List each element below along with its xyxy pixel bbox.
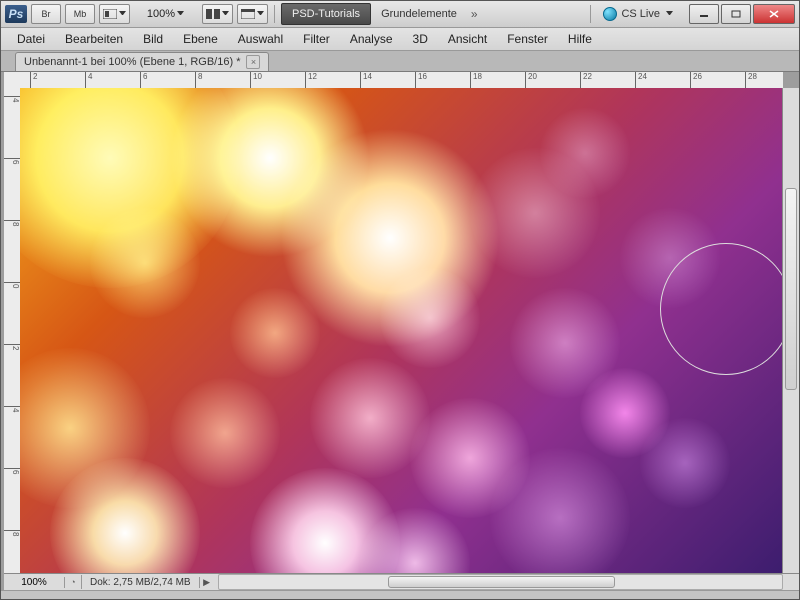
scrollbar-thumb[interactable]: [388, 576, 615, 588]
horizontal-scrollbar[interactable]: [218, 574, 783, 590]
screenmode-button[interactable]: [237, 4, 268, 24]
status-menu-arrow-icon[interactable]: ▶: [200, 577, 214, 588]
canvas-image: [20, 88, 783, 574]
scrollbar-thumb[interactable]: [785, 188, 797, 390]
menu-ebene[interactable]: Ebene: [173, 32, 228, 46]
layout-button[interactable]: [99, 4, 130, 24]
maximize-button[interactable]: [721, 4, 751, 24]
cslive-icon: [603, 7, 617, 21]
status-zoom[interactable]: 100%: [4, 577, 65, 588]
app-window: Ps Br Mb 100% PSD-Tutorials Grundelement…: [0, 0, 800, 600]
minimize-button[interactable]: [689, 4, 719, 24]
menu-bild[interactable]: Bild: [133, 32, 173, 46]
separator: [274, 5, 275, 23]
ruler-horizontal[interactable]: 246810121416182022242628: [20, 72, 783, 89]
app-logo: Ps: [5, 5, 27, 23]
minibridge-button[interactable]: Mb: [65, 4, 95, 24]
close-button[interactable]: [753, 4, 795, 24]
workspace-other-label[interactable]: Grundelemente: [375, 8, 463, 20]
status-timer-icon[interactable]: ◔: [65, 575, 82, 589]
menu-3d[interactable]: 3D: [403, 32, 438, 46]
menu-auswahl[interactable]: Auswahl: [228, 32, 293, 46]
menu-ansicht[interactable]: Ansicht: [438, 32, 497, 46]
work-area: 246810121416182022242628 46802468: [1, 72, 799, 590]
window-controls: [689, 4, 795, 24]
brush-cursor-icon: [660, 243, 783, 375]
workspace-active-button[interactable]: PSD-Tutorials: [281, 3, 371, 25]
canvas[interactable]: [20, 88, 783, 574]
separator: [590, 5, 591, 23]
arrange-button[interactable]: [202, 4, 233, 24]
menu-hilfe[interactable]: Hilfe: [558, 32, 602, 46]
menu-fenster[interactable]: Fenster: [497, 32, 558, 46]
document-tab-bar: Unbenannt-1 bei 100% (Ebene 1, RGB/16) *…: [1, 51, 799, 72]
document-tab[interactable]: Unbenannt-1 bei 100% (Ebene 1, RGB/16) *…: [15, 52, 269, 71]
menu-filter[interactable]: Filter: [293, 32, 340, 46]
bridge-button[interactable]: Br: [31, 4, 61, 24]
menu-bar: Datei Bearbeiten Bild Ebene Auswahl Filt…: [1, 28, 799, 51]
vertical-scrollbar[interactable]: [782, 88, 799, 574]
title-bar: Ps Br Mb 100% PSD-Tutorials Grundelement…: [1, 1, 799, 28]
status-docsize[interactable]: Dok: 2,75 MB/2,74 MB: [82, 577, 200, 588]
ruler-origin[interactable]: [4, 72, 21, 89]
tab-close-icon[interactable]: ×: [246, 55, 260, 69]
ruler-vertical[interactable]: 46802468: [4, 88, 21, 574]
workspace-more-icon[interactable]: »: [467, 7, 482, 21]
menu-analyse[interactable]: Analyse: [340, 32, 403, 46]
window-resize-edge[interactable]: [1, 590, 799, 599]
menu-bearbeiten[interactable]: Bearbeiten: [55, 32, 133, 46]
status-bar: 100% ◔ Dok: 2,75 MB/2,74 MB ▶: [4, 573, 799, 590]
zoom-field[interactable]: 100%: [134, 5, 186, 23]
menu-datei[interactable]: Datei: [7, 32, 55, 46]
cslive-button[interactable]: CS Live: [597, 7, 679, 21]
document-tab-title: Unbenannt-1 bei 100% (Ebene 1, RGB/16) *: [24, 56, 240, 68]
